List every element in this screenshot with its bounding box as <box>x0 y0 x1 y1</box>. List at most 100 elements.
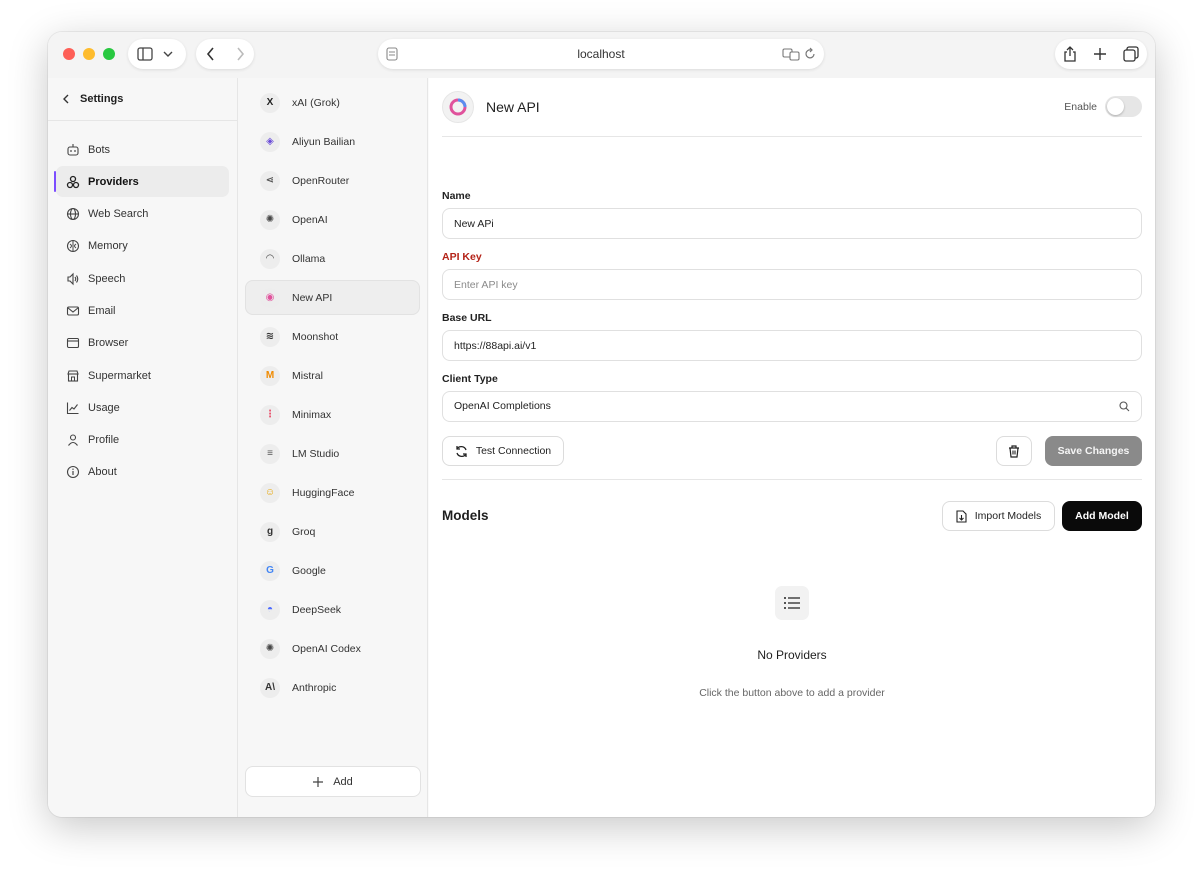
new-tab-icon[interactable] <box>1093 47 1107 61</box>
add-model-button[interactable]: Add Model <box>1062 501 1142 531</box>
provider-logo-icon: ✺ <box>260 638 280 659</box>
close-window-button[interactable] <box>63 48 75 60</box>
brain-icon <box>66 240 80 253</box>
sidebar-item-label: Memory <box>88 240 128 253</box>
zoom-window-button[interactable] <box>103 48 115 60</box>
speaker-icon <box>67 272 79 286</box>
back-arrow-icon[interactable] <box>206 47 216 61</box>
plus-icon <box>313 776 324 787</box>
sidebar-item-supermarket[interactable]: Supermarket <box>56 360 229 391</box>
sidebar-item-label: Bots <box>88 143 111 156</box>
forward-arrow-icon[interactable] <box>235 47 245 61</box>
sidebar-item-memory[interactable]: Memory <box>56 231 229 262</box>
settings-title: Settings <box>80 93 124 105</box>
client-type-select[interactable]: OpenAI Completions <box>442 391 1142 422</box>
empty-state-title: No Providers <box>757 648 827 662</box>
sidebar-item-label: Browser <box>88 337 129 350</box>
minimize-window-button[interactable] <box>83 48 95 60</box>
delete-provider-button[interactable] <box>996 436 1032 466</box>
sidebar-item-label: Supermarket <box>88 369 151 382</box>
test-connection-button[interactable]: Test Connection <box>442 436 564 466</box>
provider-item-label: OpenAI <box>292 213 328 226</box>
providers-icon <box>66 175 80 188</box>
search-icon <box>1119 401 1130 412</box>
provider-item-label: LM Studio <box>292 447 340 460</box>
provider-logo-icon: A\ <box>260 677 280 698</box>
provider-logo-icon: G <box>260 560 280 581</box>
name-input[interactable] <box>442 208 1142 239</box>
providers-list-panel: XxAI (Grok) ◈ Aliyun Bailian ⋖ OpenRouter ✺ Op… <box>238 78 428 817</box>
provider-item-mistral[interactable]: M Mistral <box>245 358 420 393</box>
address-bar[interactable]: localhost <box>378 39 824 69</box>
provider-item-aliyun-bailian[interactable]: ◈ Aliyun Bailian <box>245 124 420 159</box>
browser-window-icon <box>66 338 80 349</box>
sidebar-item-label: Speech <box>88 272 126 285</box>
provider-item-openai[interactable]: ✺ OpenAI <box>245 202 420 237</box>
sidebar-item-usage[interactable]: Usage <box>56 392 229 423</box>
base-url-input[interactable] <box>442 330 1142 361</box>
settings-sidebar: Settings Bots Providers Web Search Memory Sp… <box>48 78 238 817</box>
provider-item-label: Minimax <box>292 408 332 421</box>
sidebar-item-email[interactable]: Email <box>56 295 229 326</box>
add-provider-label: Add <box>333 775 353 788</box>
provider-logo-icon: X <box>260 92 280 113</box>
api-key-label: API Key <box>442 251 482 263</box>
tab-overview-icon[interactable] <box>1123 46 1139 62</box>
page-menu-icon[interactable] <box>386 47 398 61</box>
reload-icon[interactable] <box>804 47 816 61</box>
provider-item-openai-codex[interactable]: ✺ OpenAI Codex <box>245 631 420 666</box>
provider-item-moonshot[interactable]: ≋ Moonshot <box>245 319 420 354</box>
provider-item-label: OpenRouter <box>292 174 350 187</box>
provider-item-openrouter[interactable]: ⋖ OpenRouter <box>245 163 420 198</box>
add-provider-button[interactable]: Add <box>245 766 421 797</box>
globe-icon <box>66 208 80 221</box>
client-type-label: Client Type <box>442 373 498 385</box>
window-actions-group <box>1055 39 1147 69</box>
chevron-left-icon[interactable] <box>62 94 70 104</box>
provider-item-huggingface[interactable]: ☺ HuggingFace <box>245 475 420 510</box>
save-changes-button[interactable]: Save Changes <box>1045 436 1142 466</box>
sidebar-item-label: Providers <box>88 175 139 188</box>
api-key-input[interactable] <box>442 269 1142 300</box>
settings-back-link[interactable]: Settings <box>48 78 237 121</box>
add-model-label: Add Model <box>1075 510 1129 522</box>
provider-logo-icon: ◉ <box>260 287 280 308</box>
sidebar-item-providers[interactable]: Providers <box>54 166 229 198</box>
provider-item-ollama[interactable]: ◠ Ollama <box>245 241 420 276</box>
provider-item-xai-grok[interactable]: XxAI (Grok) <box>245 85 420 120</box>
info-icon <box>66 466 80 479</box>
provider-item-new-api[interactable]: ◉ New API <box>245 280 420 315</box>
models-title: Models <box>442 508 489 523</box>
import-models-button[interactable]: Import Models <box>942 501 1055 531</box>
translate-icon[interactable] <box>782 47 800 61</box>
chevron-down-icon[interactable] <box>163 50 173 58</box>
provider-item-lm-studio[interactable]: ≡ LM Studio <box>245 436 420 471</box>
sidebar-toggle-group <box>128 39 186 69</box>
provider-logo-icon: ◓ <box>260 599 280 620</box>
sidebar-item-about[interactable]: About <box>56 457 229 488</box>
provider-item-label: Mistral <box>292 369 323 382</box>
provider-item-minimax[interactable]: ⋮ Minimax <box>245 397 420 432</box>
provider-item-google[interactable]: G Google <box>245 553 420 588</box>
sidebar-item-bots[interactable]: Bots <box>56 134 229 165</box>
enable-toggle[interactable] <box>1105 96 1142 117</box>
provider-logo-icon: ≡ <box>260 443 280 464</box>
provider-item-groq[interactable]: g Groq <box>245 514 420 549</box>
share-icon[interactable] <box>1063 46 1077 62</box>
sidebar-item-label: About <box>88 466 117 479</box>
sidebar-item-browser[interactable]: Browser <box>56 328 229 359</box>
toggle-knob <box>1107 98 1124 115</box>
sidebar-item-profile[interactable]: Profile <box>56 425 229 456</box>
provider-item-deepseek[interactable]: ◓ DeepSeek <box>245 592 420 627</box>
section-divider <box>442 479 1142 480</box>
provider-item-anthropic[interactable]: A\ Anthropic <box>245 670 420 705</box>
provider-logo-icon: M <box>260 365 280 386</box>
sidebar-item-web-search[interactable]: Web Search <box>56 199 229 230</box>
client-type-value: OpenAI Completions <box>454 400 551 412</box>
enable-label: Enable <box>1064 101 1097 113</box>
save-changes-label: Save Changes <box>1057 445 1130 457</box>
sidebar-item-speech[interactable]: Speech <box>56 263 229 294</box>
sidebar-icon[interactable] <box>137 47 153 61</box>
provider-logo-icon: ⋮ <box>260 404 280 425</box>
url-text: localhost <box>577 47 625 61</box>
